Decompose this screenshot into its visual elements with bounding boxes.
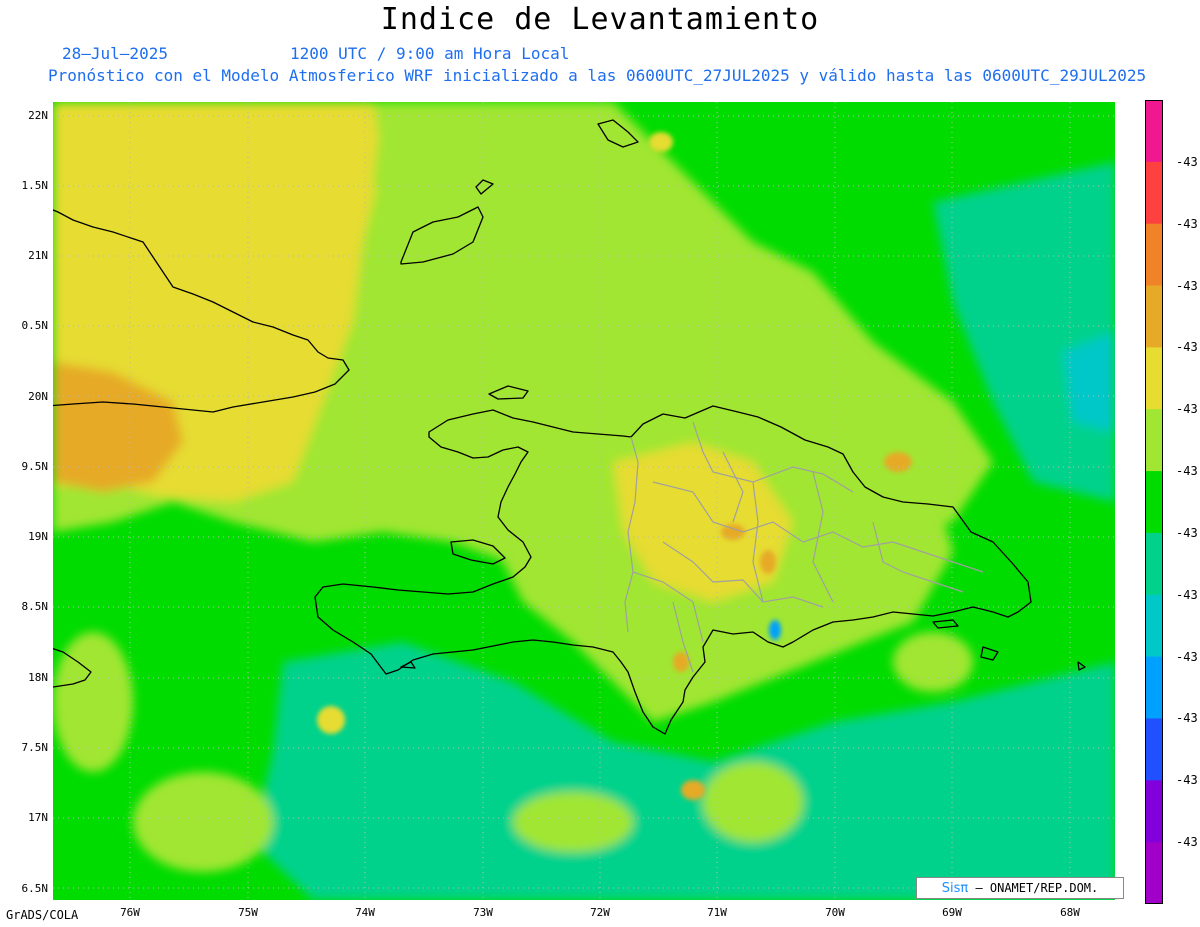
- colorbar-segment: [1145, 594, 1163, 658]
- field-hot-spot: [884, 452, 912, 472]
- lat-label: 8.5N: [21, 600, 49, 613]
- field-hot-spot: [673, 652, 689, 672]
- field-light-blob: [703, 762, 803, 842]
- colorbar-segment: [1145, 718, 1163, 781]
- lat-label: 1.5N: [21, 179, 49, 192]
- field-light-blob: [513, 792, 633, 852]
- lat-label: 9.5N: [21, 460, 49, 473]
- colorbar-label: -43.2: [1176, 154, 1200, 169]
- lon-label: 69W: [942, 906, 962, 919]
- credit-box: Sisπ – ONAMET/REP.DOM.: [916, 877, 1124, 899]
- colorbar-segment: [1145, 780, 1163, 843]
- colorbar-segment: [1145, 409, 1163, 472]
- lifted-index-map: [53, 102, 1115, 900]
- field-light-blob: [893, 632, 973, 692]
- lat-label: 17N: [28, 811, 48, 824]
- colorbar-label: -43.3: [1176, 340, 1200, 355]
- colorbar-label: -43.6: [1176, 711, 1200, 726]
- lon-label: 76W: [120, 906, 140, 919]
- forecast-time: 1200 UTC / 9:00 am Hora Local: [290, 44, 570, 63]
- lon-label: 75W: [238, 906, 258, 919]
- colorbar-segment: [1145, 656, 1163, 719]
- lon-label: 68W: [1060, 906, 1080, 919]
- colorbar: [1145, 100, 1163, 904]
- field-light-blob: [133, 772, 273, 872]
- colorbar-label: -43.3: [1176, 278, 1200, 293]
- colorbar-label: -43.5: [1176, 525, 1200, 540]
- colorbar-segment: [1145, 223, 1163, 287]
- colorbar-label: -43.4: [1176, 464, 1200, 479]
- colorbar-label: -43.4: [1176, 402, 1200, 417]
- lat-label: 22N: [28, 109, 48, 122]
- colorbar-segment: [1145, 532, 1163, 596]
- lat-label: 6.5N: [21, 882, 49, 895]
- lat-label: 18N: [28, 671, 48, 684]
- lat-label: 21N: [28, 249, 48, 262]
- credit-text: – ONAMET/REP.DOM.: [975, 881, 1099, 895]
- lon-label: 72W: [590, 906, 610, 919]
- colorbar-segment: [1145, 471, 1163, 534]
- colorbar-label: -43.7: [1176, 773, 1200, 788]
- colorbar-segment: [1145, 285, 1163, 348]
- software-credit: GrADS/COLA: [6, 908, 79, 922]
- colorbar-label: -43.7: [1176, 835, 1200, 850]
- colorbar-segment: [1145, 161, 1163, 225]
- field-hot-spot: [681, 780, 705, 800]
- field-hot-spot: [317, 706, 345, 734]
- lon-label: 71W: [707, 906, 727, 919]
- field-hot-spot: [649, 132, 673, 152]
- forecast-date: 28–Jul–2025: [62, 44, 168, 63]
- field-blue-spot: [769, 620, 781, 640]
- lon-label: 70W: [825, 906, 845, 919]
- colorbar-label: -43.2: [1176, 216, 1200, 231]
- field-hot-spot: [760, 550, 776, 574]
- colorbar-segment: [1145, 347, 1163, 410]
- colorbar-label: -43.5: [1176, 587, 1200, 602]
- page-title: Indice de Levantamiento: [380, 2, 820, 37]
- lon-label: 74W: [355, 906, 375, 919]
- model-description: Pronóstico con el Modelo Atmosferico WRF…: [48, 66, 1147, 85]
- lat-label: 20N: [28, 390, 48, 403]
- sispi-logo: Sisπ: [941, 881, 969, 896]
- colorbar-segment: [1145, 100, 1163, 163]
- lat-label: 19N: [28, 530, 48, 543]
- lon-label: 73W: [473, 906, 493, 919]
- lat-label: 7.5N: [21, 741, 49, 754]
- colorbar-label: -43.6: [1176, 649, 1200, 664]
- lat-label: 0.5N: [21, 319, 49, 332]
- colorbar-segment: [1145, 842, 1163, 904]
